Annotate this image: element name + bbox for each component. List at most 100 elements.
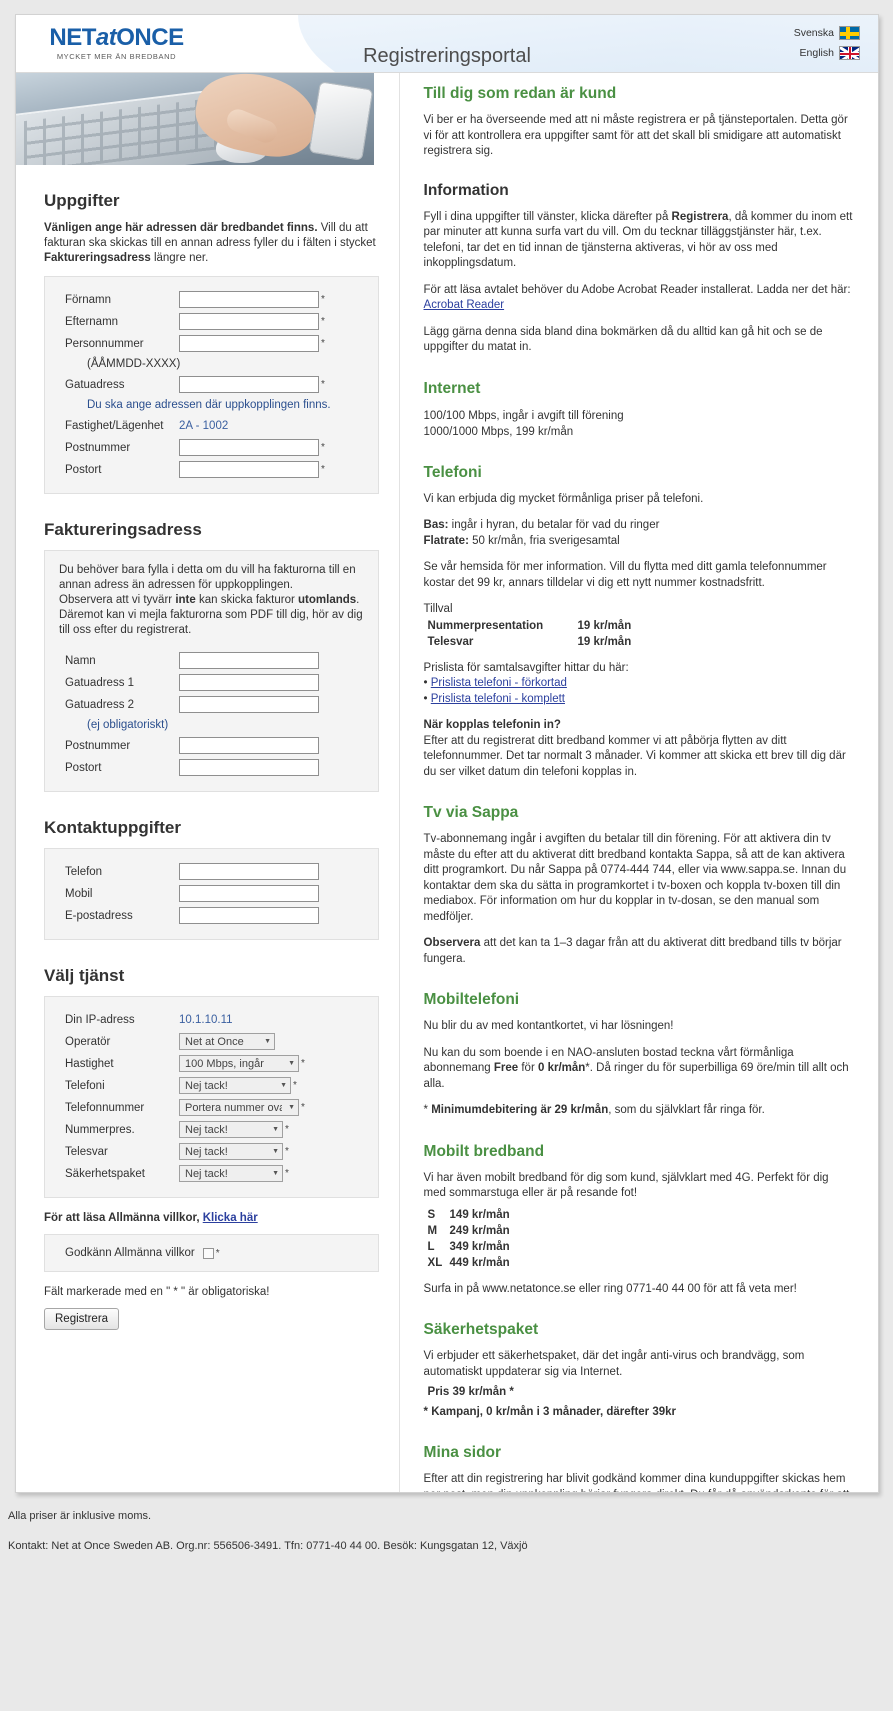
koppla-heading: När kopplas telefonin in? bbox=[423, 719, 561, 731]
input-gatuadress[interactable] bbox=[179, 376, 319, 393]
tillval-price-telesvar: 19 kr/mån bbox=[577, 635, 632, 648]
mbb-price-xl: XL 449 kr/mån bbox=[424, 1255, 854, 1271]
input-personnummer[interactable] bbox=[179, 335, 319, 352]
select-sakerhetspaket[interactable]: Nej tack! ▼ bbox=[179, 1165, 283, 1182]
select-operator[interactable]: Net at Once ▼ bbox=[179, 1033, 275, 1050]
chevron-down-icon: ▼ bbox=[288, 1104, 295, 1111]
approve-terms-label: Godkänn Allmänna villkor bbox=[65, 1247, 195, 1259]
input-postnummer[interactable] bbox=[179, 439, 319, 456]
input-mobil[interactable] bbox=[179, 885, 319, 902]
required-star: * bbox=[215, 1247, 220, 1259]
prislista-intro: Prislista för samtalsavgifter hittar du … bbox=[423, 661, 629, 674]
page-root: NETatONCE MYCKET MER ÄN BREDBAND Registr… bbox=[0, 0, 893, 1711]
mbb-price-list: S 149 kr/mån M 249 kr/mån L 349 kr/mån XL 44… bbox=[424, 1207, 854, 1271]
select-hastighet[interactable]: 100 Mbps, ingår ▼ bbox=[179, 1055, 299, 1072]
input-faktura-namn[interactable] bbox=[179, 652, 319, 669]
telefoni-flatrate-text: 50 kr/mån, fria sverigesamtal bbox=[468, 534, 620, 547]
uppgifter-intro-end: längre ner. bbox=[150, 252, 209, 264]
register-button[interactable]: Registrera bbox=[44, 1308, 120, 1330]
input-faktura-gatuadress1[interactable] bbox=[179, 674, 319, 691]
select-operator-value: Net at Once bbox=[185, 1035, 244, 1048]
information-p1a: Fyll i dina uppgifter till vänster, klic… bbox=[423, 210, 672, 223]
prislista-forkortad-link[interactable]: Prislista telefoni - förkortad bbox=[431, 677, 567, 689]
form-row-nummerpres: Nummerpres. Nej tack! ▼ * bbox=[59, 1119, 364, 1140]
mobil-p2c: för bbox=[518, 1062, 538, 1074]
select-nummerpres[interactable]: Nej tack! ▼ bbox=[179, 1121, 283, 1138]
form-row-faktura-namn: Namn bbox=[59, 650, 364, 671]
chevron-down-icon: ▼ bbox=[264, 1038, 271, 1045]
select-telefoni[interactable]: Nej tack! ▼ bbox=[179, 1077, 291, 1094]
uppgifter-intro-bold2: Faktureringsadress bbox=[44, 252, 151, 264]
text-telefoni-p2: Se vår hemsida för mer information. Vill… bbox=[423, 561, 827, 589]
faktura-note-inte: inte bbox=[175, 594, 196, 606]
heading-information: Information bbox=[423, 181, 509, 199]
terms-link[interactable]: Klicka här bbox=[203, 1212, 258, 1224]
information-p2-text: För att läsa avtalet behöver du Adobe Ac… bbox=[423, 283, 851, 296]
tillval-name-nummerpresentation: Nummerpresentation bbox=[427, 619, 544, 632]
tillval-block: Tillval bbox=[424, 602, 854, 618]
language-option-english[interactable]: English bbox=[750, 43, 860, 63]
hint-personnummer-format: (ÅÅMMDD-XXXX) bbox=[87, 358, 181, 370]
kontaktuppgifter-fieldset: Telefon Mobil E-postadress bbox=[44, 848, 379, 940]
select-telesvar-value: Nej tack! bbox=[185, 1145, 228, 1158]
text-mobil-p2: Nu kan du som boende i en NAO-ansluten b… bbox=[424, 1046, 854, 1093]
label-telesvar: Telesvar bbox=[65, 1145, 108, 1158]
input-faktura-postort[interactable] bbox=[179, 759, 319, 776]
input-faktura-gatuadress2[interactable] bbox=[179, 696, 319, 713]
required-star: * bbox=[321, 316, 325, 327]
faktura-note-line1: Du behöver bara fylla i detta om du vill… bbox=[59, 564, 356, 591]
input-faktura-postnummer[interactable] bbox=[179, 737, 319, 754]
input-epostadress[interactable] bbox=[179, 907, 319, 924]
faktureringsadress-fieldset: Du behöver bara fylla i detta om du vill… bbox=[44, 550, 379, 792]
text-information-p3: Lägg gärna denna sida bland dina bokmärk… bbox=[423, 325, 823, 354]
text-telefoni-prices: Bas: ingår i hyran, du betalar för vad d… bbox=[424, 518, 854, 549]
prislista-komplett-link[interactable]: Prislista telefoni - komplett bbox=[431, 693, 565, 705]
input-efternamn[interactable] bbox=[179, 313, 319, 330]
text-kund-body: Vi ber er ha överseende med att ni måste… bbox=[423, 114, 848, 157]
mbb-price-m: M 249 kr/mån bbox=[424, 1223, 854, 1239]
sak-campaign-note: * Kampanj, 0 kr/mån i 3 månader, därefte… bbox=[423, 1406, 677, 1418]
input-postort[interactable] bbox=[179, 461, 319, 478]
tillval-row-telesvar: Telesvar 19 kr/mån bbox=[424, 634, 854, 650]
footer-prices-note: Alla priser är inklusive moms. bbox=[8, 1510, 152, 1522]
approve-terms-checkbox[interactable] bbox=[202, 1247, 214, 1259]
telefoni-flatrate-label: Flatrate: bbox=[423, 534, 469, 547]
mbb-size-s: S bbox=[427, 1208, 436, 1221]
uppgifter-intro-bold: Vänligen ange här adressen där bredbande… bbox=[44, 222, 318, 234]
mbb-size-xl: XL bbox=[427, 1256, 443, 1269]
label-faktura-gatuadress2: Gatuadress 2 bbox=[65, 698, 135, 711]
form-row-faktura-gatuadress2: Gatuadress 2 bbox=[59, 694, 364, 715]
label-nummerpres: Nummerpres. bbox=[65, 1123, 135, 1136]
tillval-price-nummerpresentation: 19 kr/mån bbox=[577, 619, 632, 632]
label-faktura-gatuadress1: Gatuadress 1 bbox=[65, 676, 135, 689]
label-personnummer: Personnummer bbox=[65, 337, 144, 350]
input-telefon[interactable] bbox=[179, 863, 319, 880]
required-star: * bbox=[321, 379, 325, 390]
select-telesvar[interactable]: Nej tack! ▼ bbox=[179, 1143, 283, 1160]
flag-sweden-icon[interactable] bbox=[839, 26, 860, 40]
form-row-faktura-postnummer: Postnummer bbox=[59, 735, 364, 756]
uppgifter-intro-text: Vänligen ange här adressen där bredbande… bbox=[44, 221, 379, 266]
label-faktura-namn: Namn bbox=[65, 654, 96, 667]
input-fornamn[interactable] bbox=[179, 291, 319, 308]
terms-line: För att läsa Allmänna villkor, Klicka hä… bbox=[44, 1212, 379, 1224]
text-telefoni-p1: Vi kan erbjuda dig mycket förmånliga pri… bbox=[423, 492, 704, 505]
prislista-block: Prislista för samtalsavgifter hittar du … bbox=[424, 661, 854, 708]
internet-line-1: 100/100 Mbps, ingår i avgift till föreni… bbox=[423, 409, 624, 422]
flag-uk-icon[interactable] bbox=[839, 46, 860, 60]
form-row-epostadress: E-postadress bbox=[59, 905, 364, 926]
text-mina-body: Efter att din registrering har blivit go… bbox=[423, 1473, 850, 1492]
bullet-icon: • bbox=[423, 677, 431, 689]
form-row-telefoni: Telefoni Nej tack! ▼ * bbox=[59, 1075, 364, 1096]
mbb-value-xl: 449 kr/mån bbox=[449, 1256, 510, 1269]
acrobat-reader-link[interactable]: Acrobat Reader bbox=[424, 299, 505, 311]
form-row-ip-adress: Din IP-adress 10.1.10.11 bbox=[59, 1009, 364, 1030]
text-mbb-p1: Vi har även mobilt bredband för dig som … bbox=[423, 1171, 829, 1200]
tillval-name-telesvar: Telesvar bbox=[427, 635, 474, 648]
heading-mobilt-bredband: Mobilt bredband bbox=[423, 1142, 545, 1160]
select-telefonnummer-value: Portera nummer ovan bbox=[185, 1101, 283, 1114]
select-telefonnummer[interactable]: Portera nummer ovan ▼ bbox=[179, 1099, 299, 1116]
label-sakerhetspaket: Säkerhetspaket bbox=[65, 1167, 145, 1180]
language-option-swedish[interactable]: Svenska bbox=[750, 23, 860, 43]
footer-contact-info: Kontakt: Net at Once Sweden AB. Org.nr: … bbox=[8, 1540, 528, 1552]
